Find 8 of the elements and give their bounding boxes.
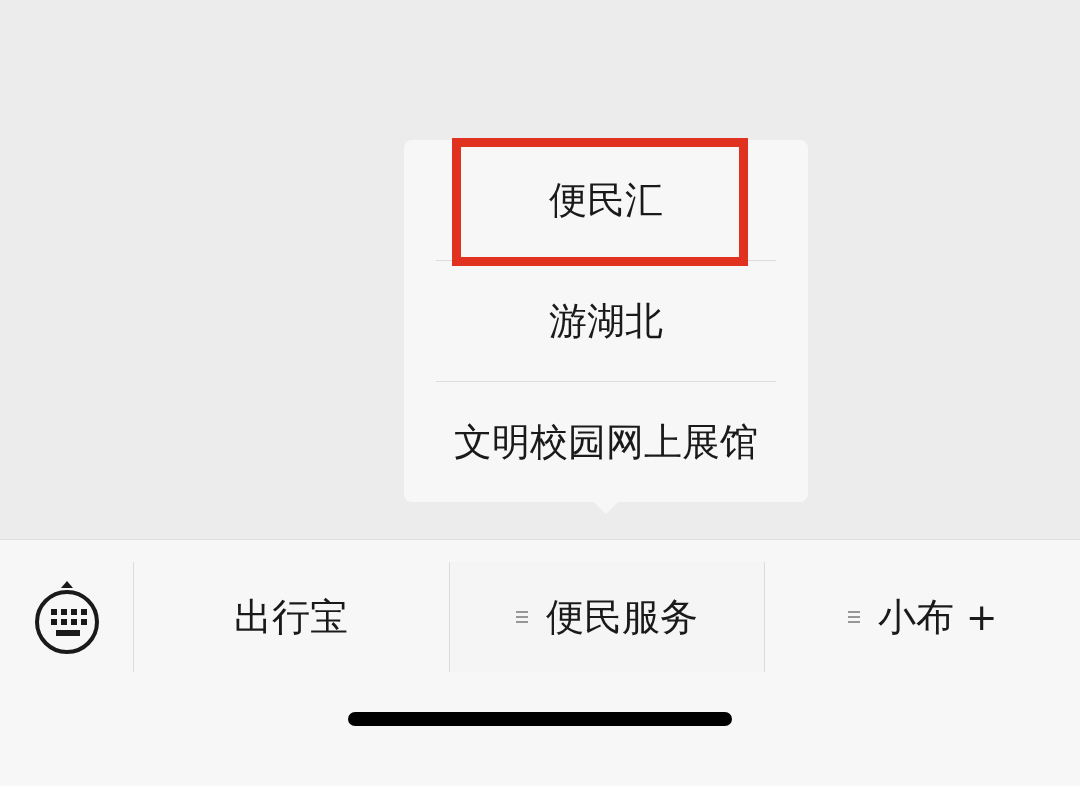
menu-item-label: 游湖北 xyxy=(549,297,663,345)
menu-item-label: 文明校园网上展馆 xyxy=(454,418,758,466)
menu-item[interactable]: 便民汇 xyxy=(436,140,776,260)
menu-item-label: 便民汇 xyxy=(549,176,663,224)
menu-tab[interactable]: 出行宝 xyxy=(134,562,450,672)
menu-item[interactable]: 游湖北 xyxy=(436,261,776,381)
menu-tab[interactable]: 小布 + xyxy=(765,562,1080,672)
menu-item[interactable]: 文明校园网上展馆 xyxy=(436,382,776,502)
